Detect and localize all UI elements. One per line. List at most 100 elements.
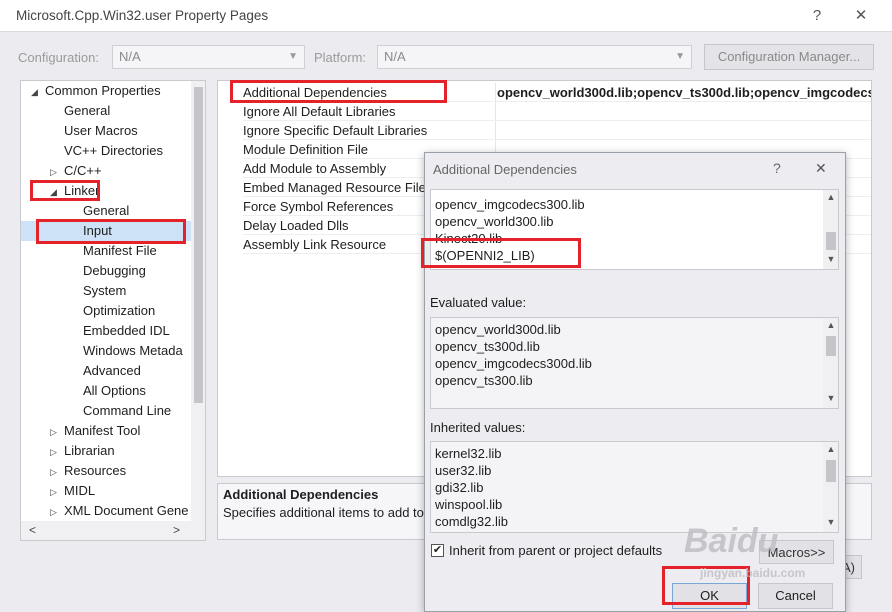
evaluated-vscrollbar[interactable]: ▲ ▼ (823, 318, 838, 408)
collapsed-arrow-icon[interactable]: ▷ (50, 162, 64, 182)
configuration-value: N/A (119, 49, 141, 64)
tree-item-all-options[interactable]: All Options (21, 381, 191, 401)
edit-line: opencv_world300.lib (435, 214, 554, 229)
platform-value: N/A (384, 49, 406, 64)
tree-item-label: General (64, 103, 111, 118)
platform-label: Platform: (314, 50, 367, 65)
tree-item-label: Optimization (83, 303, 156, 318)
evaluated-label: Evaluated value: (430, 295, 527, 310)
tree-item-label: Librarian (64, 443, 115, 458)
tree-item-label: C/C++ (64, 163, 102, 178)
scroll-up-icon[interactable]: ▲ (823, 192, 838, 202)
grid-property-name[interactable]: Ignore All Default Libraries (243, 102, 491, 121)
tree-item-general[interactable]: General (21, 201, 191, 221)
scroll-up-icon[interactable]: ▲ (823, 320, 838, 330)
tree-item-optimization[interactable]: Optimization (21, 301, 191, 321)
scroll-left-icon[interactable]: < (29, 523, 36, 537)
expanded-arrow-icon[interactable]: ◢ (31, 82, 45, 102)
tree-item-c-c-[interactable]: ▷ C/C++ (21, 161, 191, 181)
tree-item-resources[interactable]: ▷ Resources (21, 461, 191, 481)
collapsed-arrow-icon[interactable]: ▷ (50, 482, 64, 502)
tree-item-label: Common Properties (45, 83, 161, 98)
edit-vscrollbar[interactable]: ▲ ▼ (823, 190, 838, 269)
tree-vscrollbar[interactable] (191, 81, 205, 521)
platform-combo[interactable]: N/A ▼ (377, 45, 692, 69)
tree-item-system[interactable]: System (21, 281, 191, 301)
inherited-line: gdi32.lib (435, 480, 484, 495)
highlight-box-additional-deps (230, 80, 447, 103)
evaluated-line: opencv_imgcodecs300d.lib (435, 356, 592, 371)
cancel-button[interactable]: Cancel (758, 583, 833, 609)
collapsed-arrow-icon[interactable]: ▷ (50, 502, 64, 522)
tree-item-label: Windows Metada (83, 343, 183, 358)
highlight-box-openni (421, 238, 581, 268)
scroll-down-icon[interactable]: ▼ (823, 393, 838, 403)
grid-property-value[interactable] (495, 121, 871, 140)
evaluated-scroll-thumb[interactable] (826, 336, 836, 356)
tree-item-general[interactable]: General (21, 101, 191, 121)
baidu-watermark-logo: Baidu (684, 522, 779, 560)
inherited-line: kernel32.lib (435, 446, 502, 461)
configuration-label: Configuration: (18, 50, 99, 65)
collapsed-arrow-icon[interactable]: ▷ (50, 462, 64, 482)
collapsed-arrow-icon[interactable]: ▷ (50, 422, 64, 442)
scroll-up-icon[interactable]: ▲ (823, 444, 838, 454)
tree-item-label: Embedded IDL (83, 323, 170, 338)
tree-item-vc-directories[interactable]: VC++ Directories (21, 141, 191, 161)
tree-hscrollbar[interactable]: < > (21, 521, 205, 540)
highlight-box-linker (30, 180, 100, 201)
tree-item-debugging[interactable]: Debugging (21, 261, 191, 281)
scroll-right-icon[interactable]: > (173, 523, 180, 537)
inherited-line: winspool.lib (435, 497, 503, 512)
collapsed-arrow-icon[interactable]: ▷ (50, 442, 64, 462)
inherit-checkbox-label: Inherit from parent or project defaults (449, 543, 663, 558)
help-icon[interactable]: ? (773, 160, 781, 176)
tree-item-label: Manifest Tool (64, 423, 141, 438)
tree-item-windows-metada[interactable]: Windows Metada (21, 341, 191, 361)
window-title: Microsoft.Cpp.Win32.user Property Pages (16, 8, 269, 23)
inherited-label: Inherited values: (430, 420, 526, 435)
dialog-title: Additional Dependencies (433, 162, 577, 177)
tree-item-advanced[interactable]: Advanced (21, 361, 191, 381)
description-text: Specifies additional items to add to (223, 505, 424, 520)
additional-dependencies-dialog: Additional Dependencies ? ✕ opencv_imgco… (424, 152, 846, 612)
evaluated-line: opencv_ts300d.lib (435, 339, 540, 354)
scroll-down-icon[interactable]: ▼ (823, 517, 838, 527)
inherited-scroll-thumb[interactable] (826, 460, 836, 482)
inherited-vscrollbar[interactable]: ▲ ▼ (823, 442, 838, 532)
inherit-checkbox[interactable]: ✔ (431, 544, 444, 557)
edit-scroll-thumb[interactable] (826, 232, 836, 250)
tree-item-manifest-file[interactable]: Manifest File (21, 241, 191, 261)
grid-property-name[interactable]: Ignore Specific Default Libraries (243, 121, 491, 140)
tree-item-label: Resources (64, 463, 127, 478)
tree-item-xml-document-gene[interactable]: ▷ XML Document Gene (21, 501, 191, 521)
tree-item-midl[interactable]: ▷ MIDL (21, 481, 191, 501)
configuration-manager-button[interactable]: Configuration Manager... (704, 44, 874, 70)
tree-item-common-properties[interactable]: ◢ Common Properties (21, 81, 191, 101)
scroll-down-icon[interactable]: ▼ (823, 254, 838, 264)
chevron-down-icon: ▼ (288, 51, 298, 62)
tree-item-label: System (83, 283, 127, 298)
grid-property-value[interactable] (495, 102, 871, 121)
tree-scroll-thumb[interactable] (194, 87, 203, 403)
tree-item-label: General (83, 203, 130, 218)
tree-item-embedded-idl[interactable]: Embedded IDL (21, 321, 191, 341)
tree-item-librarian[interactable]: ▷ Librarian (21, 441, 191, 461)
description-title: Additional Dependencies (223, 487, 379, 502)
tree-item-manifest-tool[interactable]: ▷ Manifest Tool (21, 421, 191, 441)
evaluated-value-box: opencv_world300d.lib opencv_ts300d.lib o… (430, 317, 839, 409)
inherited-line: comdlg32.lib (435, 514, 508, 529)
tree-item-label: Manifest File (83, 243, 157, 258)
tree-item-label: Command Line (83, 403, 172, 418)
grid-property-value[interactable]: opencv_world300d.lib;opencv_ts300d.lib;o… (495, 83, 871, 102)
inherited-values-box: kernel32.lib user32.lib gdi32.lib winspo… (430, 441, 839, 533)
close-icon[interactable]: ✕ (848, 5, 874, 27)
tree-item-user-macros[interactable]: User Macros (21, 121, 191, 141)
help-icon[interactable]: ? (804, 5, 830, 27)
tree-item-label: Debugging (83, 263, 146, 278)
close-icon[interactable]: ✕ (815, 160, 827, 177)
configuration-combo[interactable]: N/A ▼ (112, 45, 305, 69)
title-bar: Microsoft.Cpp.Win32.user Property Pages … (0, 0, 892, 32)
tree-item-command-line[interactable]: Command Line (21, 401, 191, 421)
property-tree: ◢ Common Properties General User Macros VC++… (20, 80, 206, 541)
